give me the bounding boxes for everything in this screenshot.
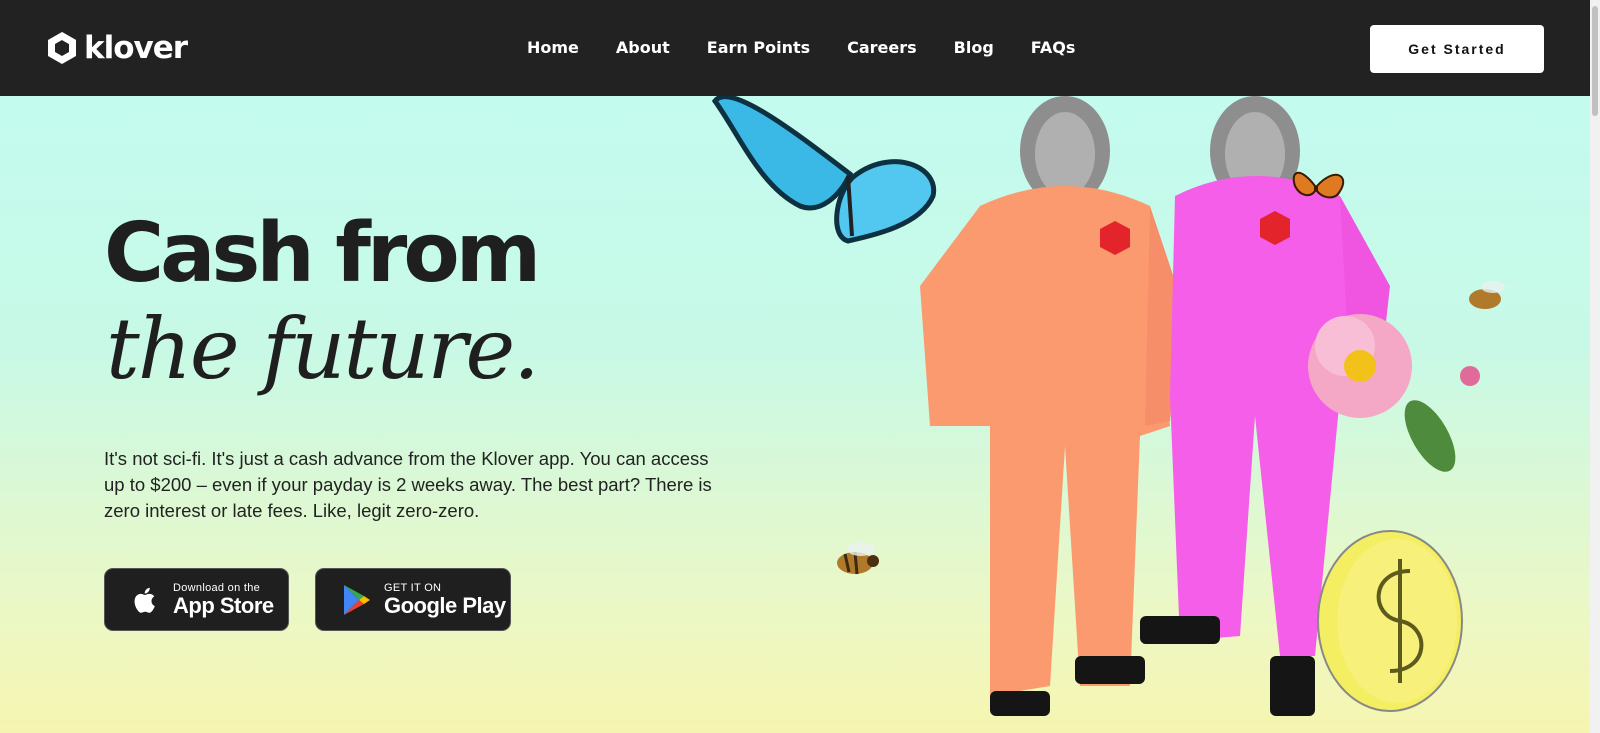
scrollbar-thumb[interactable] [1592,6,1598,116]
main-nav: Home About Earn Points Careers Blog FAQs [527,38,1112,57]
hero-description: It's not sci-fi. It's just a cash advanc… [104,448,712,521]
get-started-button[interactable]: Get Started [1370,25,1544,73]
google-play-big-text: Google Play [384,592,506,618]
app-store-big-text: App Store [173,592,274,618]
app-store-small-text: Download on the [173,581,261,594]
butterfly-icon [711,96,937,244]
coin-icon [1317,530,1463,712]
google-play-icon [344,584,370,615]
app-store-button[interactable]: Download on the App Store [104,568,289,631]
google-play-button[interactable]: GET IT ON Google Play [315,568,511,631]
nav-home[interactable]: Home [527,38,579,57]
nav-careers[interactable]: Careers [847,38,917,57]
bee-icon [837,542,879,575]
klover-logo-icon [48,32,76,64]
hero-headline: Cash from [104,206,541,301]
hero-illustration [711,96,1505,716]
google-play-small-text: GET IT ON [384,581,442,594]
apple-icon [134,587,155,613]
google-play-text: GET IT ON Google Play [384,582,506,618]
app-store-text: Download on the App Store [173,582,274,618]
brand-logo[interactable]: klover [46,28,188,68]
bee-icon-right [1469,281,1505,309]
brand-name: klover [84,30,188,66]
nav-earn-points[interactable]: Earn Points [707,38,810,57]
nav-about[interactable]: About [616,38,670,57]
hero-section: Cash from the future. It's not sci-fi. I… [0,96,1590,733]
top-navbar: klover Home About Earn Points Careers Bl… [0,0,1600,96]
nav-faqs[interactable]: FAQs [1031,38,1076,57]
hero-headline-italic: the future. [106,300,540,398]
monarch-butterfly-icon [1292,171,1345,199]
page-scrollbar[interactable] [1590,0,1600,733]
nav-blog[interactable]: Blog [954,38,994,57]
